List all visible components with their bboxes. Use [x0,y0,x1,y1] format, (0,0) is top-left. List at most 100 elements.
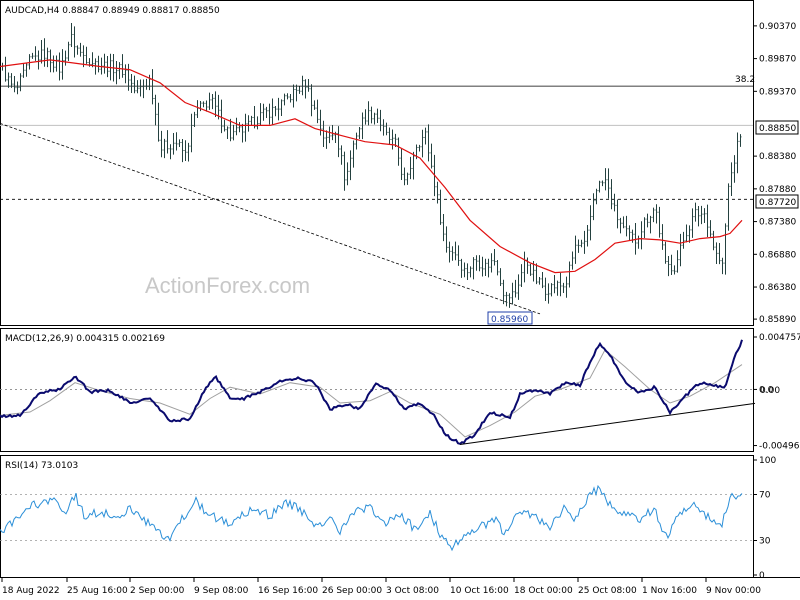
ohlc-bar [388,127,391,145]
macd-zero-label: 0.00 [760,386,780,396]
ohlc-bar [124,64,127,84]
ohlc-bar [19,73,22,92]
ohlc-bar [265,106,268,118]
chart-canvas: ActionForex.com 0.90370 0.89870 0.89370 0.8… [0,0,800,596]
ohlc-bar [295,84,298,102]
ohlc-bar [397,137,400,166]
ohlc-bar [148,74,151,91]
ohlc-bar [520,264,523,288]
ohlc-bar [187,142,190,162]
ohlc-bar [601,180,604,187]
ohlc-bar [382,119,385,136]
ohlc-bar [136,80,139,94]
ohlc-bar [568,261,571,288]
ohlc-bar [529,263,532,276]
ohlc-bar [622,216,625,229]
price-y-tick: 0.89870 [759,55,796,65]
ohlc-bar [73,26,76,58]
ohlc-bar [442,214,445,242]
ohlc-bar [643,217,646,238]
ohlc-bar [175,132,178,151]
ohlc-bar [364,109,367,125]
ohlc-bar [349,150,352,181]
x-tick-label: 9 Nov 00:00 [706,586,761,596]
ohlc-bar [115,61,118,85]
ohlc-bar [448,241,451,263]
ohlc-bar [172,132,175,155]
ohlc-bar [514,279,517,298]
ohlc-bar [307,79,310,92]
ohlc-bar [727,183,730,231]
ohlc-bar [4,56,7,82]
macd-trendline [459,402,756,445]
ohlc-bar [247,115,250,132]
ohlc-bar [337,126,340,158]
ohlc-bar [436,181,439,204]
ohlc-bar [598,180,601,193]
ohlc-bar [406,172,409,185]
ohlc-bar [202,101,205,108]
x-tick-label: 25 Oct 08:00 [578,586,637,596]
ohlc-bar [631,229,634,243]
ohlc-bar [166,130,169,154]
rsi-header: RSI(14) 73.0103 [5,461,78,471]
ohlc-bar [712,230,715,251]
ohlc-bar [301,75,304,96]
ohlc-bar [613,193,616,212]
ohlc-bar [391,129,394,150]
ohlc-bar [592,193,595,221]
ohlc-bar [721,257,724,275]
ohlc-bar [52,55,55,73]
rsi-panel [0,484,753,552]
ohlc-bar [262,103,265,121]
ohlc-bar [691,208,694,238]
ohlc-bar [418,144,421,152]
x-tick-label: 25 Aug 16:00 [67,586,128,596]
price-y-tick: 0.85890 [759,315,796,325]
ohlc-bar [274,106,277,117]
ohlc-bar [478,255,481,272]
ohlc-bar [679,233,682,267]
ohlc-bar [709,220,712,237]
ohlc-bar [523,251,526,283]
ohlc-bar [31,52,34,59]
ohlc-bar [571,251,574,270]
ohlc-bar [79,42,82,57]
ohlc-bar [13,75,16,93]
ohlc-bar [553,274,556,294]
ohlc-bar [37,50,40,70]
x-tick-label: 10 Oct 16:00 [450,586,509,596]
ohlc-bar [244,113,247,142]
macd-y-tick: -0.004968 [759,442,800,452]
ohlc-bar [463,262,466,278]
ohlc-bar [184,140,187,161]
ohlc-bar [586,224,589,247]
ohlc-bar [484,258,487,277]
ohlc-bar [226,126,229,139]
ohlc-bar [346,162,349,186]
ohlc-bar [556,280,559,296]
ohlc-bar [652,207,655,223]
ohlc-bar [322,120,325,147]
ohlc-bar [610,179,613,210]
ohlc-bar [715,242,718,265]
ohlc-bar [286,93,289,100]
ohlc-bar [121,54,124,78]
ohlc-bar [313,100,316,110]
x-tick-label: 2 Sep 00:00 [130,586,185,596]
x-tick-label: 1 Nov 16:00 [642,586,697,596]
x-tick-label: 16 Sep 16:00 [258,586,318,596]
ohlc-bar [328,126,331,144]
ohlc-bar [76,45,79,55]
macd-panel-frame [0,328,754,452]
ohlc-bar [367,101,370,126]
ohlc-bar [232,124,235,141]
ohlc-bar [427,124,430,162]
ohlc-bar [118,62,121,80]
ohlc-bar [724,223,727,275]
ohlc-bar [160,130,163,158]
ohlc-bar [385,122,388,136]
ohlc-bar [403,167,406,186]
ohlc-bar [163,138,166,159]
current-price-label: 0.88850 [759,124,796,134]
